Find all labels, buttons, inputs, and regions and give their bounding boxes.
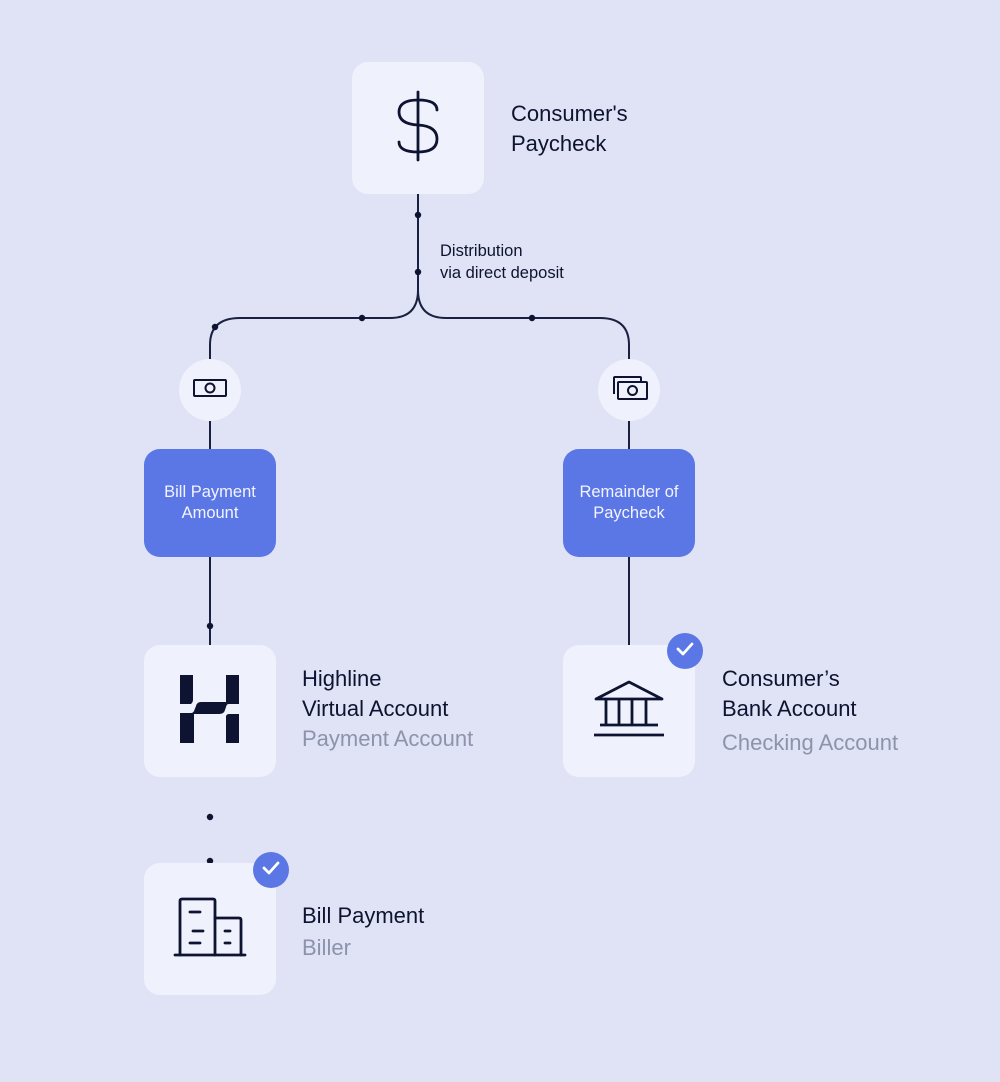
bill-payment-amount-card: Bill Payment Amount xyxy=(144,449,276,557)
connector-dot xyxy=(206,813,214,821)
highline-logo-icon xyxy=(179,674,241,749)
highline-card xyxy=(144,645,276,777)
connector-dot xyxy=(414,211,422,219)
connector-dot xyxy=(211,323,219,331)
paycheck-card xyxy=(352,62,484,194)
connector-dot xyxy=(528,314,536,322)
trunk-line xyxy=(209,194,419,360)
single-bill-circle xyxy=(179,359,241,421)
single-bill-icon xyxy=(192,377,228,404)
biller-card xyxy=(144,863,276,995)
distribution-line1: Distribution xyxy=(440,242,523,260)
biller-subtitle: Biller xyxy=(302,935,351,960)
paycheck-title-line1: Consumer's xyxy=(511,101,628,126)
bill-payment-amount-line2: Amount xyxy=(181,504,239,522)
stacked-bills-circle xyxy=(598,359,660,421)
remainder-line2: Paycheck xyxy=(593,504,665,522)
paycheck-title-line2: Paycheck xyxy=(511,131,607,156)
remainder-of-paycheck-card: Remainder of Paycheck xyxy=(563,449,695,557)
bill-payment-amount-line1: Bill Payment xyxy=(164,483,256,501)
biller-label: Bill Payment Biller xyxy=(302,901,424,963)
remainder-line1: Remainder of xyxy=(579,483,679,501)
bank-subtitle: Checking Account xyxy=(722,730,899,755)
stacked-bills-icon xyxy=(609,374,649,407)
bank-icon xyxy=(592,679,666,744)
highline-title-line2: Virtual Account xyxy=(302,696,449,721)
biller-verified-badge xyxy=(253,852,289,888)
dollar-icon xyxy=(388,90,448,167)
highline-title-line1: Highline xyxy=(302,666,382,691)
highline-label: Highline Virtual Account Payment Account xyxy=(302,664,473,754)
biller-title: Bill Payment xyxy=(302,903,425,928)
connector-dot xyxy=(358,314,366,322)
distribution-note: Distribution via direct deposit xyxy=(440,240,564,284)
checkmark-icon xyxy=(676,642,694,661)
distribution-line2: via direct deposit xyxy=(440,264,564,282)
connector-dot xyxy=(206,622,214,630)
right-branch-line xyxy=(417,289,630,360)
paycheck-label: Consumer's Paycheck xyxy=(511,99,628,159)
connector-dot xyxy=(414,268,422,276)
checkmark-icon xyxy=(262,861,280,880)
highline-subtitle: Payment Account xyxy=(302,726,474,751)
bank-account-label: Consumer’s Bank Account Checking Account xyxy=(722,664,898,758)
bank-title-line1: Consumer’s xyxy=(722,666,840,691)
bank-title-line2: Bank Account xyxy=(722,696,857,721)
bank-verified-badge xyxy=(667,633,703,669)
buildings-icon xyxy=(173,896,247,963)
